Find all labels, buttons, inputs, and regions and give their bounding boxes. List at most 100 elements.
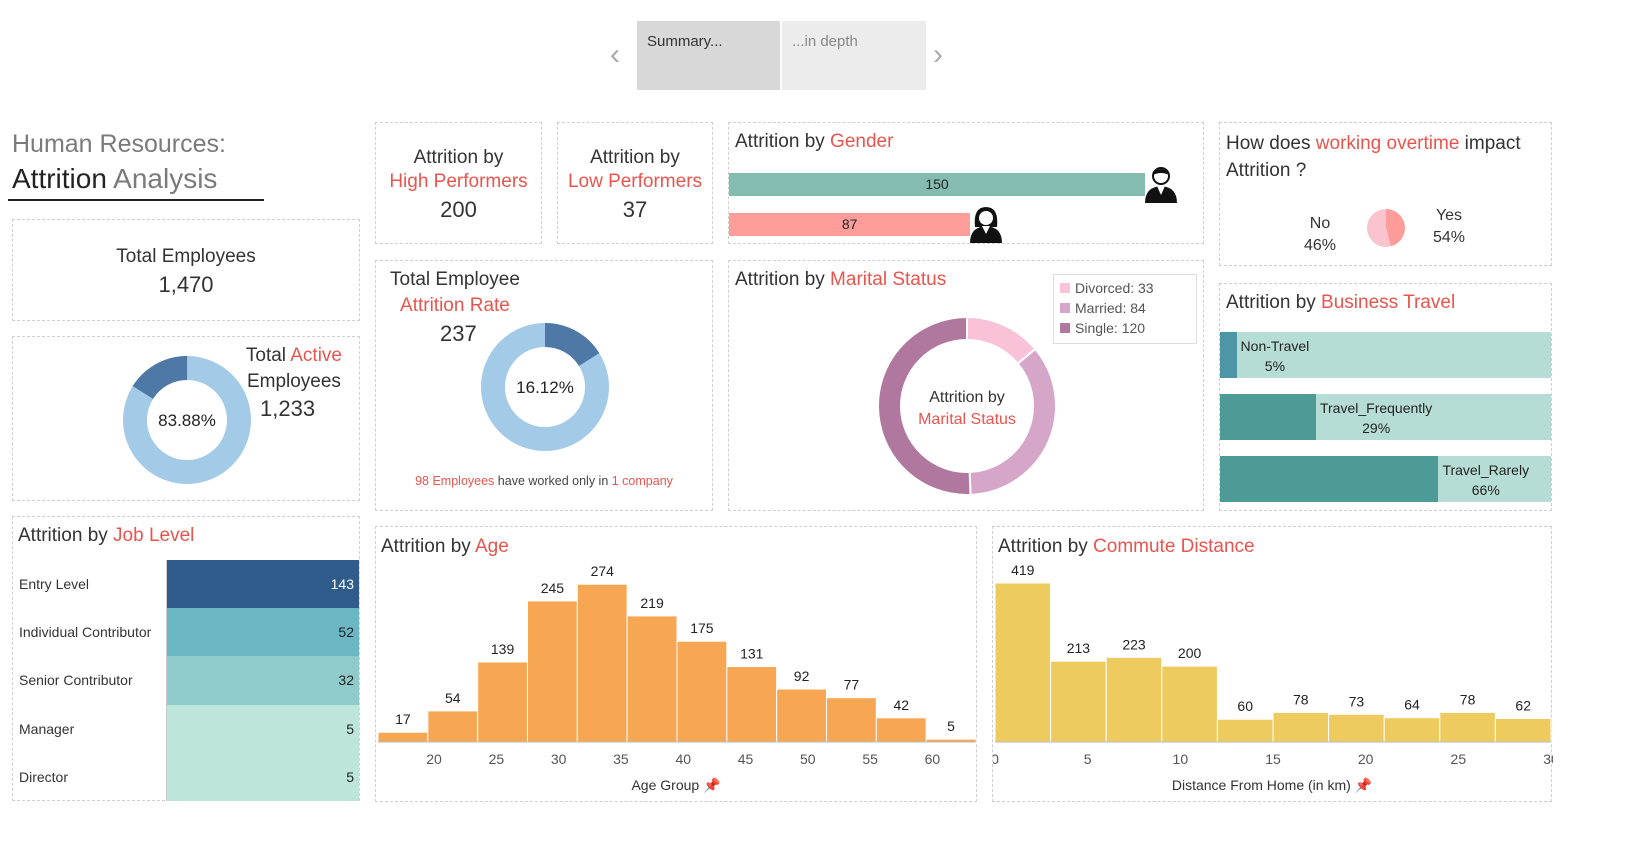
age-bar (477, 661, 528, 743)
commute-bar (1050, 660, 1107, 743)
title-line-2: Attrition Analysis (12, 163, 267, 195)
age-bar-label: 17 (395, 711, 411, 727)
travel-row: Travel_Frequently 29% (1220, 394, 1551, 440)
pin-icon[interactable]: 📌 (703, 777, 720, 793)
page-title: Human Resources: Attrition Analysis (8, 130, 267, 201)
title-underline (8, 199, 264, 201)
active-title-employees: Employees (246, 371, 341, 392)
high-performers-card: Attrition by High Performers 200 (375, 122, 542, 244)
gender-bar-male: 150 (729, 173, 1145, 196)
job-level-bar: 5 (167, 752, 359, 801)
age-tick-label: 20 (426, 751, 442, 767)
commute-histogram: 419 213 223 200 60 78 73 64 78 62 0 5 10 15 20 25 30 (993, 562, 1553, 767)
job-level-label: Manager (19, 720, 75, 737)
travel-row: Non-Travel 5% (1220, 332, 1551, 378)
commute-bar (1105, 656, 1163, 743)
age-bar-label: 131 (740, 646, 764, 662)
female-user-icon (970, 207, 1003, 243)
job-level-bar: 5 (167, 704, 359, 753)
active-donut: 83.88% (123, 356, 251, 484)
age-bar-label: 54 (445, 690, 461, 706)
commute-bar (1216, 718, 1274, 743)
attrition-donut-label: 16.12% (516, 378, 574, 397)
age-bar-label: 139 (491, 641, 515, 657)
job-level-label: Entry Level (19, 576, 90, 592)
age-bar-label: 77 (844, 677, 860, 693)
commute-tick-label: 25 (1451, 751, 1467, 767)
total-employees-label: Total Employees (116, 246, 256, 267)
business-travel-card: Attrition by Business Travel Non-Travel 5… (1219, 283, 1552, 511)
age-tick-label: 25 (489, 751, 505, 767)
note-middle: have worked only in (494, 474, 612, 488)
commute-bar-label: 419 (1011, 562, 1035, 578)
commute-bar-label: 200 (1178, 645, 1202, 661)
commute-tick-label: 20 (1358, 751, 1374, 767)
age-tick-label: 55 (862, 751, 878, 767)
age-bar (377, 731, 429, 743)
age-bar-label: 219 (640, 595, 664, 611)
age-bar-label: 175 (690, 620, 714, 636)
chevron-right-icon[interactable]: › (933, 38, 943, 72)
commute-bar (1328, 713, 1385, 743)
commute-bar (1494, 717, 1552, 743)
gender-bar-male-label: 150 (925, 176, 949, 192)
travel-bar (1220, 456, 1439, 502)
commute-bar-label: 73 (1349, 693, 1365, 709)
age-bar-label: 274 (591, 563, 615, 579)
age-bar-label: 42 (893, 697, 909, 713)
low-performers-card: Attrition by Low Performers 37 (557, 122, 713, 244)
travel-bar (1220, 332, 1237, 378)
age-xlabel: Age Group 📌 (631, 777, 721, 793)
note-employees: 98 Employees (415, 474, 495, 488)
job-level-label: Individual Contributor (19, 624, 152, 641)
overtime-card: How does working overtime impact Attriti… (1219, 122, 1552, 266)
job-level-divider (166, 560, 167, 801)
travel-bar-label: Travel_Rarely 66% (1442, 462, 1530, 498)
gender-title: Attrition by Gender (735, 131, 894, 152)
job-level-title: Attrition by Job Level (18, 525, 195, 546)
total-employees-value: 1,470 (158, 272, 214, 297)
job-level-bar: 143 (167, 560, 359, 609)
commute-bar-label: 64 (1404, 697, 1420, 713)
travel-bar-label: Travel_Frequently 29% (1319, 400, 1433, 436)
attrition-rate-card: Total Employee Attrition Rate 237 16.12%… (375, 260, 713, 511)
age-bar (576, 583, 628, 743)
gender-bar-female-label: 87 (841, 216, 858, 232)
pin-icon[interactable]: 📌 (1355, 777, 1372, 793)
active-employees-card: 83.88% Total Active Employees 1,233 (12, 336, 360, 501)
age-bar (527, 600, 578, 743)
age-tick-label: 45 (738, 751, 754, 767)
tab-summary[interactable]: Summary... (637, 21, 780, 90)
commute-bar-label: 223 (1122, 636, 1146, 652)
age-card: Attrition by Age 17 54 139 245 274 219 175 131 9… (375, 526, 977, 802)
travel-title: Attrition by Business Travel (1226, 292, 1456, 313)
title-word-attrition: Attrition (12, 163, 107, 194)
commute-bar-label: 60 (1237, 698, 1253, 714)
job-level-label: Senior Contributor (19, 672, 133, 689)
active-donut-label: 83.88% (158, 411, 216, 430)
commute-tick-label: 15 (1265, 751, 1281, 767)
travel-bar (1220, 394, 1316, 440)
low-performers-value: 37 (622, 197, 648, 222)
marital-title: Attrition by Marital Status (735, 269, 947, 290)
commute-bar-label: 62 (1515, 697, 1531, 713)
tab-in-depth[interactable]: ...in depth (782, 21, 926, 90)
commute-tick-label: 5 (1084, 751, 1092, 767)
chevron-left-icon[interactable]: ‹ (610, 38, 620, 72)
marital-donut-center: Attrition by Marital Status (877, 387, 1057, 431)
commute-tick-label: 0 (993, 751, 999, 767)
travel-bar-label: Non-Travel 5% (1240, 338, 1310, 374)
age-tick-label: 50 (800, 751, 816, 767)
age-bar (676, 640, 728, 743)
low-performers-line2: Low Performers (567, 171, 703, 192)
note-company: 1 company (611, 474, 673, 488)
job-level-bar: 52 (167, 608, 359, 657)
total-employees-card: Total Employees 1,470 (12, 219, 360, 321)
gender-card: Attrition by Gender 150 87 (728, 122, 1204, 244)
age-tick-label: 30 (551, 751, 567, 767)
age-bar (875, 717, 927, 743)
legend-item-divorced: Divorced: 33 (1060, 278, 1190, 298)
commute-bar (994, 582, 1052, 743)
commute-card: Attrition by Commute Distance 419 213 223 2… (992, 526, 1553, 802)
legend-item-married: Married: 84 (1060, 298, 1190, 318)
